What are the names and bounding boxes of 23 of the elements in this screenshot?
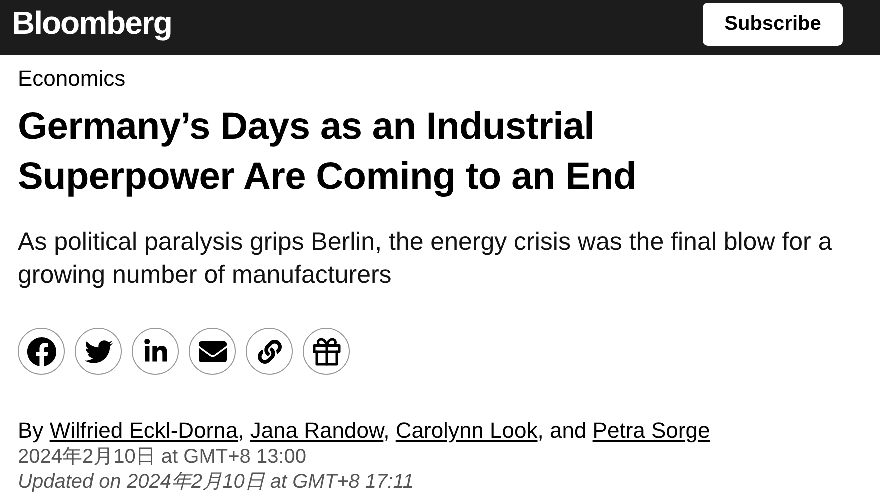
linkedin-icon bbox=[142, 338, 168, 364]
subscribe-button[interactable]: Subscribe bbox=[703, 2, 843, 46]
byline: By Wilfried Eckl-Dorna, Jana Randow, Carolynn Look, and Petra Sorge bbox=[18, 417, 712, 445]
logo[interactable]: Bloomberg bbox=[12, 5, 172, 42]
author-link[interactable]: Wilfried Eckl-Dorna bbox=[50, 418, 238, 443]
share-button[interactable] bbox=[132, 328, 179, 375]
share-button[interactable] bbox=[189, 328, 236, 375]
facebook-icon bbox=[26, 336, 56, 366]
link-icon bbox=[258, 340, 282, 364]
headline: Germany’s Days as an Industrial Superpower Are Coming to an End bbox=[18, 105, 638, 200]
share-button[interactable] bbox=[246, 328, 293, 375]
bird-icon bbox=[84, 338, 112, 366]
share-button[interactable] bbox=[75, 328, 122, 375]
section-label: Economics bbox=[18, 66, 127, 93]
subheadline: As political paralysis grips Berlin, the energy crisis was the final blow for a growing number of manufacturers bbox=[18, 227, 834, 291]
author-link[interactable]: Jana Randow bbox=[250, 418, 384, 443]
gift-icon bbox=[312, 336, 342, 366]
share-button[interactable] bbox=[18, 328, 65, 375]
author-link[interactable]: Carolynn Look bbox=[396, 418, 538, 443]
author-link[interactable]: Petra Sorge bbox=[592, 418, 710, 443]
share-button[interactable] bbox=[303, 328, 350, 375]
updated-date: Updated on 2024年2月10日 at GMT+8 17:11 bbox=[18, 470, 415, 495]
publish-date: 2024年2月10日 at GMT+8 13:00 bbox=[18, 445, 308, 470]
